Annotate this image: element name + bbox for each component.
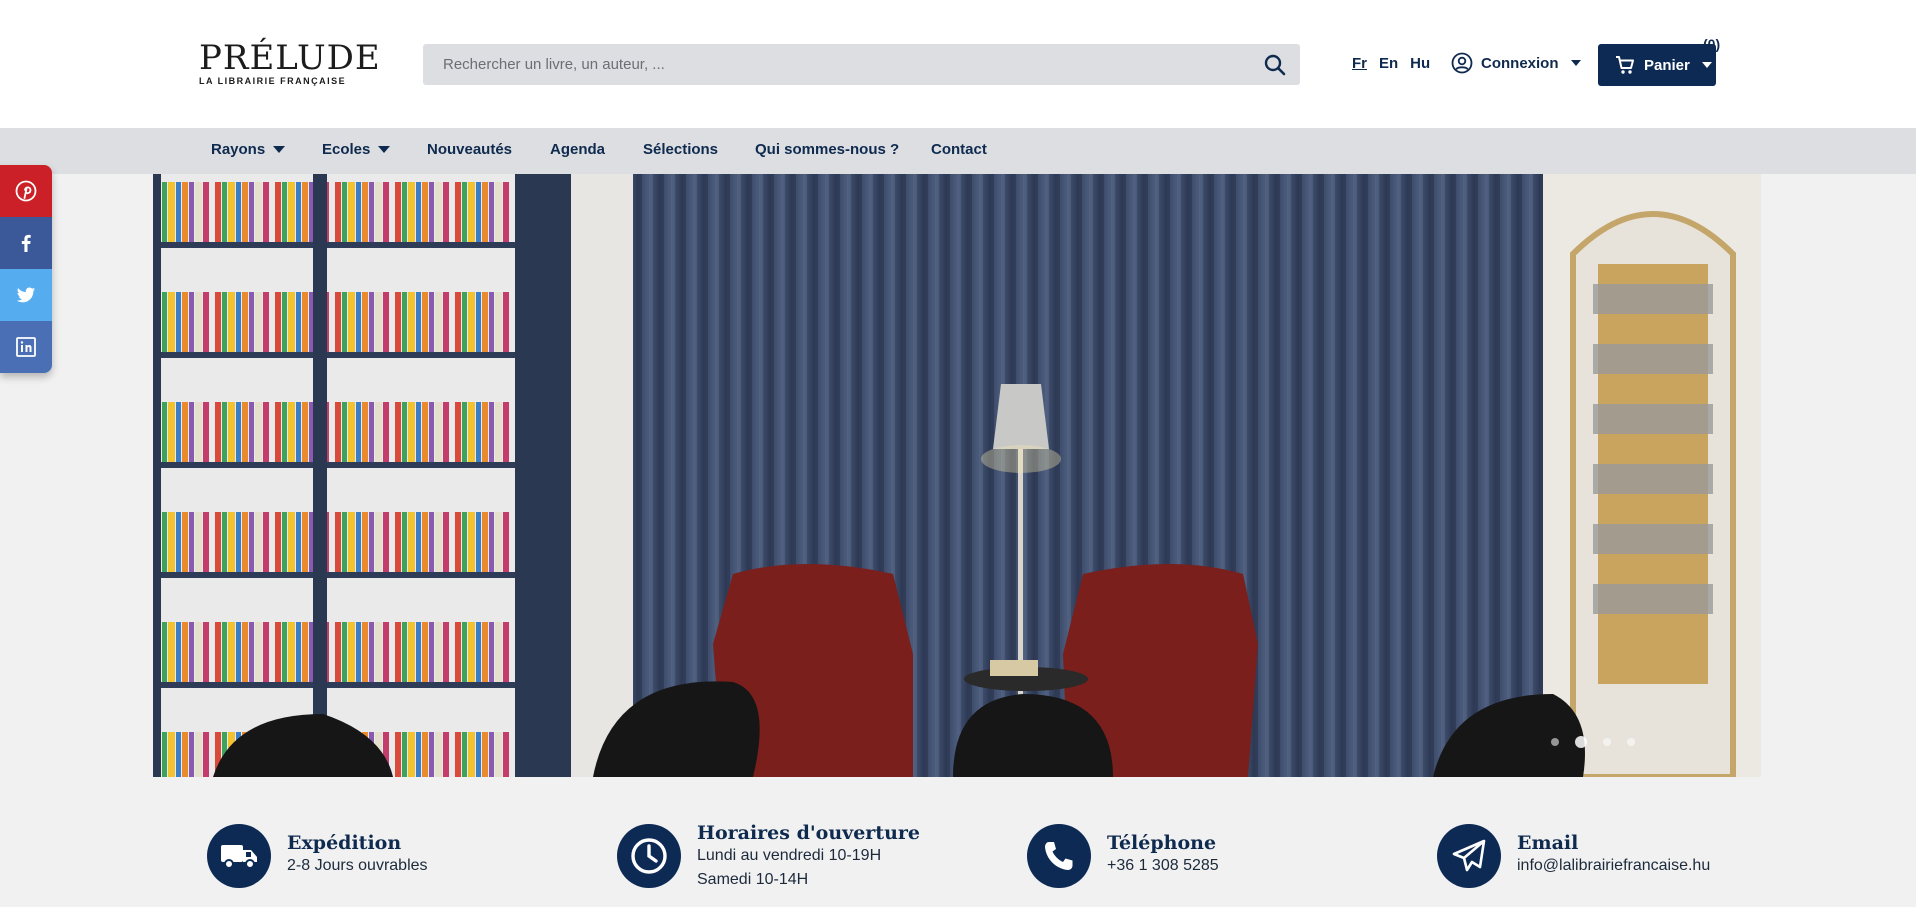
hero-carousel[interactable]: [153, 174, 1761, 777]
nav-item-qui-sommes-nous[interactable]: Qui sommes-nous ?: [755, 141, 899, 158]
nav-item-label: Ecoles: [322, 141, 371, 158]
lang-en[interactable]: En: [1379, 55, 1398, 72]
login-dropdown[interactable]: Connexion: [1451, 52, 1581, 74]
phone-icon: [1045, 842, 1073, 870]
carousel-dot-3[interactable]: [1603, 738, 1611, 746]
clock-icon: [631, 838, 667, 874]
brand-name: PRÉLUDE: [199, 38, 381, 78]
truck-icon: [221, 845, 257, 869]
info-icon-circle: [617, 824, 681, 888]
cart-button[interactable]: Panier: [1598, 44, 1716, 86]
carousel-dot-1[interactable]: [1551, 738, 1559, 746]
info-line: Lundi au vendredi 10-19H: [697, 847, 882, 864]
login-label: Connexion: [1481, 54, 1559, 72]
search-button[interactable]: [1250, 44, 1300, 85]
email-link[interactable]: info@lalibrairiefrancaise.hu: [1517, 854, 1710, 878]
chevron-down-icon: [378, 146, 391, 153]
pinterest-share-button[interactable]: [0, 165, 52, 217]
brand-tagline: LA LIBRAIRIE FRANÇAISE: [199, 76, 347, 86]
site-header: PRÉLUDE LA LIBRAIRIE FRANÇAISE Fr En Hu …: [0, 0, 1916, 128]
nav-item-nouveautes[interactable]: Nouveautés: [427, 141, 512, 158]
facebook-share-button[interactable]: [0, 217, 52, 269]
social-share-bar: [0, 165, 52, 373]
info-title: Horaires d'ouverture: [697, 822, 920, 844]
nav-item-selections[interactable]: Sélections: [643, 141, 718, 158]
info-title: Expédition: [287, 832, 402, 854]
paper-plane-icon: [1452, 839, 1486, 872]
search-input[interactable]: [423, 44, 1250, 85]
twitter-icon: [16, 287, 36, 303]
nav-item-label: Qui sommes-nous ?: [755, 141, 900, 158]
facebook-icon: [21, 234, 31, 252]
linkedin-icon: [16, 337, 36, 357]
language-switcher: Fr En Hu: [1352, 55, 1430, 72]
info-line: Samedi 10-14H: [697, 871, 809, 888]
linkedin-share-button[interactable]: [0, 321, 52, 373]
chevron-down-icon: [1701, 62, 1712, 68]
search-icon: [1264, 54, 1286, 75]
nav-item-label: Contact: [931, 141, 987, 158]
lang-fr[interactable]: Fr: [1352, 55, 1367, 72]
cart-icon: [1616, 56, 1634, 74]
nav-item-agenda[interactable]: Agenda: [550, 141, 605, 158]
info-title: Email: [1517, 832, 1579, 854]
info-line: 2-8 Jours ouvrables: [287, 857, 428, 874]
cart-label: Panier: [1644, 56, 1690, 74]
info-telephone: Téléphone +36 1 308 5285: [1027, 824, 1219, 890]
carousel-indicators: [1551, 736, 1635, 748]
lang-hu[interactable]: Hu: [1410, 55, 1430, 72]
main-nav: Rayons Ecoles Nouveautés Agenda Sélectio…: [0, 128, 1916, 174]
carousel-dot-4[interactable]: [1627, 738, 1635, 746]
info-title: Téléphone: [1107, 832, 1217, 854]
info-email: Email info@lalibrairiefrancaise.hu: [1437, 824, 1710, 890]
chevron-down-icon: [1570, 60, 1581, 66]
info-icon-circle: [1437, 824, 1501, 888]
info-line: +36 1 308 5285: [1107, 857, 1219, 874]
pinterest-icon: [15, 180, 37, 202]
nav-item-label: Rayons: [211, 141, 266, 158]
user-circle-icon: [1451, 52, 1473, 74]
nav-item-rayons[interactable]: Rayons: [211, 141, 286, 158]
nav-item-contact[interactable]: Contact: [931, 141, 987, 158]
chevron-down-icon: [273, 146, 286, 153]
nav-item-label: Agenda: [550, 141, 606, 158]
nav-item-label: Nouveautés: [427, 141, 513, 158]
hero-image: [153, 174, 1761, 777]
nav-item-ecoles[interactable]: Ecoles: [322, 141, 391, 158]
info-icon-circle: [1027, 824, 1091, 888]
brand-logo[interactable]: PRÉLUDE LA LIBRAIRIE FRANÇAISE: [193, 36, 380, 90]
info-icon-circle: [207, 824, 271, 888]
cart-count-badge: (0): [1703, 36, 1721, 52]
info-shipping: Expédition 2-8 Jours ouvrables: [207, 824, 428, 890]
carousel-dot-2[interactable]: [1575, 736, 1587, 748]
twitter-share-button[interactable]: [0, 269, 52, 321]
nav-item-label: Sélections: [643, 141, 719, 158]
search-bar: [423, 44, 1300, 85]
info-opening-hours: Horaires d'ouverture Lundi au vendredi 1…: [617, 822, 920, 890]
